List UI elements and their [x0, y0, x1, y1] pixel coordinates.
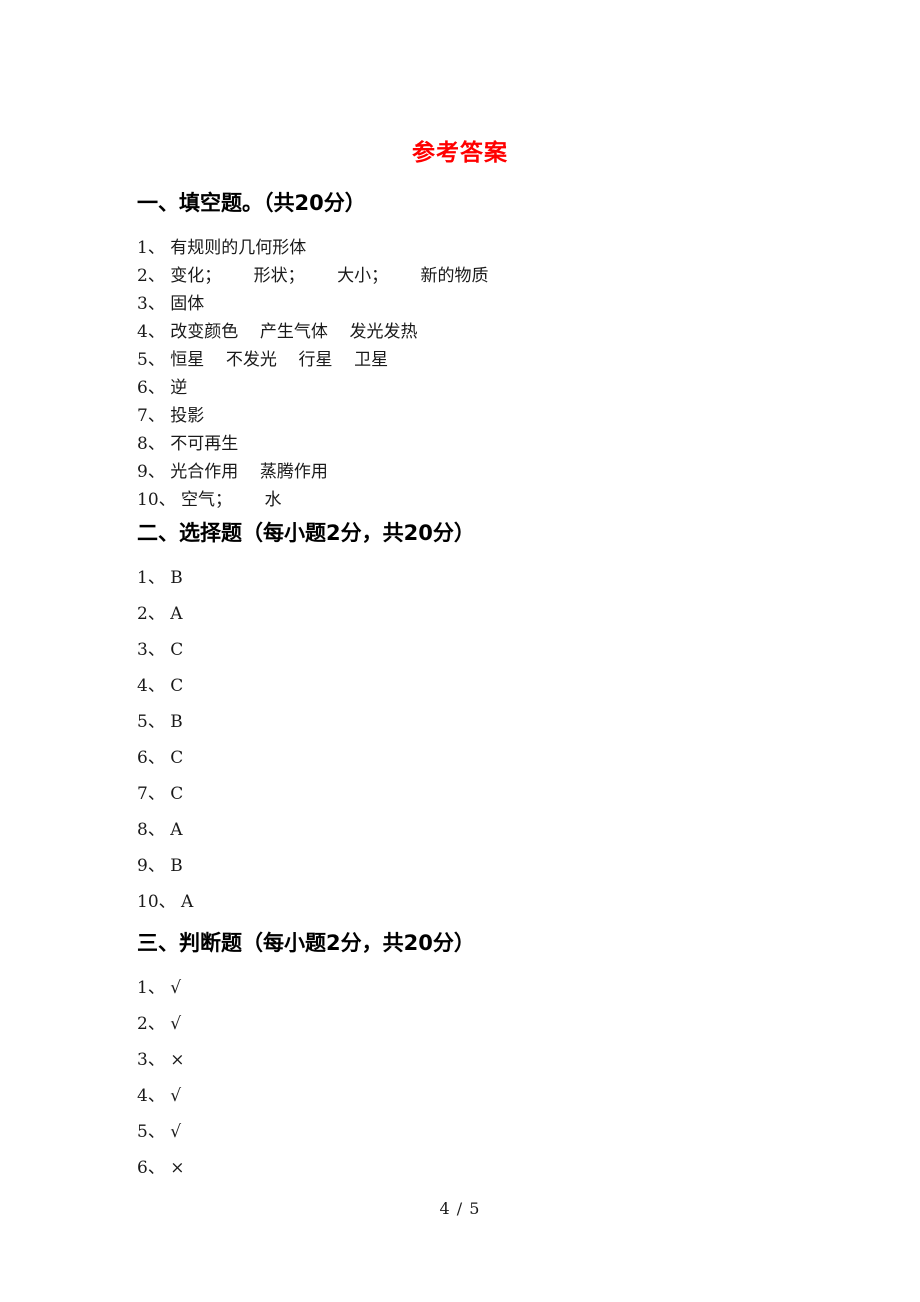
answer-number: 1、 [137, 238, 165, 258]
section-heading-true-false: 三、判断题（每小题2分，共20分） [137, 931, 475, 955]
answer-value: 逆 [170, 378, 188, 398]
answer-row: 1、 √ [137, 970, 475, 1006]
answer-row: 8、 不可再生 [137, 430, 489, 458]
answer-row: 5、 B [137, 704, 475, 740]
answer-row: 1、 有规则的几何形体 [137, 234, 489, 262]
answer-row: 3、 × [137, 1042, 475, 1078]
answer-number: 8、 [137, 820, 165, 840]
answer-list-multiple-choice: 1、 B 2、 A 3、 C 4、 C 5、 B 6、 C 7、 C 8、 A 9、 B 10、 … [137, 560, 475, 920]
answer-row: 6、 逆 [137, 374, 489, 402]
answer-value: 投影 [170, 406, 205, 426]
answer-row: 2、 变化； 形状； 大小； 新的物质 [137, 262, 489, 290]
answer-value: 改变颜色 产生气体 发光发热 [170, 322, 418, 342]
answer-value: C [170, 676, 184, 696]
answer-number: 6、 [137, 1158, 165, 1178]
section-heading-multiple-choice: 二、选择题（每小题2分，共20分） [137, 521, 475, 545]
answer-value: C [170, 748, 184, 768]
answer-number: 10、 [137, 892, 176, 912]
answer-value: A [170, 604, 183, 624]
answer-value: 变化； 形状； 大小； 新的物质 [170, 266, 489, 286]
answer-number: 6、 [137, 378, 165, 398]
answer-row: 9、 光合作用 蒸腾作用 [137, 458, 489, 486]
answer-row: 10、 A [137, 884, 475, 920]
answer-row: 7、 C [137, 776, 475, 812]
answer-row: 5、 恒星 不发光 行星 卫星 [137, 346, 489, 374]
answer-row: 3、 固体 [137, 290, 489, 318]
answer-row: 7、 投影 [137, 402, 489, 430]
answer-value: C [170, 640, 184, 660]
answer-list-true-false: 1、 √ 2、 √ 3、 × 4、 √ 5、 √ 6、 × [137, 970, 475, 1186]
answer-value: 恒星 不发光 行星 卫星 [170, 350, 389, 370]
answer-number: 3、 [137, 294, 165, 314]
section-fill-in-blank: 一、填空题。（共20分） 1、 有规则的几何形体 2、 变化； 形状； 大小； 新… [137, 188, 489, 514]
answer-value: √ [170, 1014, 182, 1034]
answer-value: 不可再生 [170, 434, 239, 454]
answer-value: C [170, 784, 184, 804]
answer-row: 2、 A [137, 596, 475, 632]
answer-number: 10、 [137, 490, 176, 510]
answer-number: 2、 [137, 604, 165, 624]
answer-number: 5、 [137, 350, 165, 370]
answer-value: 有规则的几何形体 [170, 238, 307, 258]
answer-number: 7、 [137, 784, 165, 804]
answer-key-page: 参考答案 一、填空题。（共20分） 1、 有规则的几何形体 2、 变化； 形状； … [0, 0, 920, 1302]
section-heading-fill-in-blank: 一、填空题。（共20分） [137, 191, 366, 215]
answer-value: 空气； 水 [181, 490, 282, 510]
answer-value: × [170, 1158, 185, 1178]
answer-number: 8、 [137, 434, 165, 454]
answer-number: 9、 [137, 856, 165, 876]
answer-number: 5、 [137, 712, 165, 732]
answer-number: 1、 [137, 978, 165, 998]
answer-row: 6、 × [137, 1150, 475, 1186]
section-multiple-choice: 二、选择题（每小题2分，共20分） 1、 B 2、 A 3、 C 4、 C 5、 B 6、… [137, 518, 475, 920]
answer-row: 9、 B [137, 848, 475, 884]
answer-row: 10、 空气； 水 [137, 486, 489, 514]
answer-row: 5、 √ [137, 1114, 475, 1150]
answer-row: 8、 A [137, 812, 475, 848]
answer-value: √ [170, 1122, 182, 1142]
page-number-footer: 4 / 5 [439, 1199, 481, 1218]
answer-row: 4、 C [137, 668, 475, 704]
page-title: 参考答案 [412, 140, 508, 166]
answer-row: 2、 √ [137, 1006, 475, 1042]
answer-number: 7、 [137, 406, 165, 426]
answer-number: 9、 [137, 462, 165, 482]
answer-value: 固体 [170, 294, 205, 314]
answer-list-fill-in-blank: 1、 有规则的几何形体 2、 变化； 形状； 大小； 新的物质 3、 固体 4、 改变… [137, 234, 489, 514]
answer-value: B [170, 712, 183, 732]
answer-number: 3、 [137, 640, 165, 660]
answer-value: × [170, 1050, 185, 1070]
answer-value: √ [170, 1086, 182, 1106]
answer-row: 4、 √ [137, 1078, 475, 1114]
answer-row: 1、 B [137, 560, 475, 596]
answer-value: B [170, 568, 183, 588]
answer-number: 3、 [137, 1050, 165, 1070]
answer-value: 光合作用 蒸腾作用 [170, 462, 328, 482]
answer-number: 4、 [137, 676, 165, 696]
answer-row: 3、 C [137, 632, 475, 668]
answer-row: 6、 C [137, 740, 475, 776]
answer-number: 2、 [137, 1014, 165, 1034]
answer-number: 2、 [137, 266, 165, 286]
answer-number: 1、 [137, 568, 165, 588]
answer-value: B [170, 856, 183, 876]
answer-value: A [170, 820, 183, 840]
answer-number: 5、 [137, 1122, 165, 1142]
answer-value: A [181, 892, 194, 912]
section-true-false: 三、判断题（每小题2分，共20分） 1、 √ 2、 √ 3、 × 4、 √ 5、 √ 6、… [137, 928, 475, 1186]
answer-number: 4、 [137, 1086, 165, 1106]
answer-value: √ [170, 978, 182, 998]
answer-number: 6、 [137, 748, 165, 768]
answer-number: 4、 [137, 322, 165, 342]
answer-row: 4、 改变颜色 产生气体 发光发热 [137, 318, 489, 346]
